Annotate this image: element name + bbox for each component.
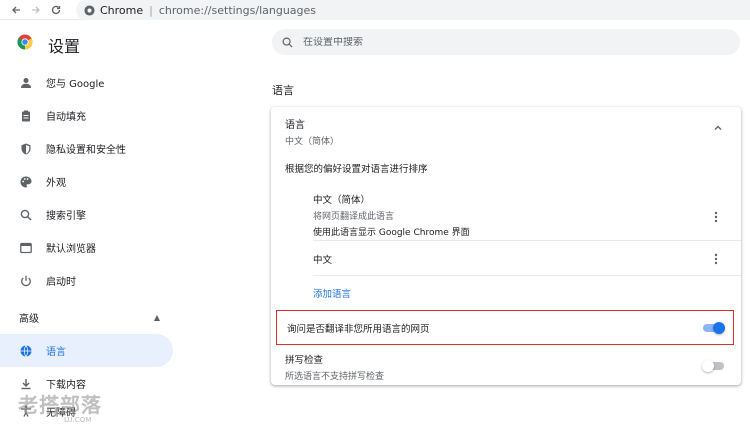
ask-translate-row[interactable]: 询问是否翻译非您所用语言的网页 [276,310,734,345]
palette-icon [19,175,33,189]
sidebar-item-autofill[interactable]: 自动填充 [0,99,180,132]
collapse-button[interactable] [711,121,725,135]
more-vert-icon [714,211,718,223]
spellcheck-toggle[interactable] [702,360,724,372]
browser-toolbar: Chrome | chrome://settings/languages [0,0,750,20]
spellcheck-subtitle: 所选语言不支持拼写检查 [285,372,385,382]
sidebar-item-label: 隐私设置和安全性 [46,145,126,156]
language-row: 中文 [313,243,741,276]
sidebar-item-appearance[interactable]: 外观 [0,165,180,198]
clipboard-icon [19,109,33,123]
more-actions-button[interactable] [711,252,721,266]
ask-translate-toggle[interactable] [703,322,725,334]
person-icon [19,76,33,90]
address-bar[interactable]: Chrome | chrome://settings/languages [76,0,750,20]
power-icon [19,274,33,288]
languages-card: 语言 中文（简体） 根据您的偏好设置对语言进行排序 中文（简体） 将网页翻译成此… [271,107,741,385]
globe-icon [19,344,33,358]
browser-icon [19,241,33,255]
chevron-up-icon [714,125,722,130]
reload-icon [51,5,61,14]
settings-search[interactable] [272,29,740,55]
chrome-logo-icon [17,34,33,50]
section-title: 语言 [272,84,294,97]
languages-header[interactable]: 语言 中文（简体） [285,116,339,147]
watermark: 老搭部落 [18,393,102,417]
back-button[interactable] [6,0,26,20]
spellcheck-row: 拼写检查 所选语言不支持拼写检查 [285,352,384,382]
sidebar-item-label: 自动填充 [46,112,86,123]
sidebar-item-label: 外观 [46,178,66,189]
language-ui-note: 使用此语言显示 Google Chrome 界面 [313,228,470,238]
arrow-left-icon [12,6,20,13]
spellcheck-title: 拼写检查 [285,355,324,366]
language-name: 中文（简体） [313,195,371,206]
sidebar-item-on-startup[interactable]: 启动时 [0,264,180,297]
sidebar-item-label: 语言 [46,347,66,358]
sidebar-item-search-engine[interactable]: 搜索引擎 [0,198,180,231]
advanced-toggle[interactable]: 高级 ▲ [0,301,180,334]
arrow-right-icon [32,6,40,13]
search-input[interactable] [303,36,703,48]
more-actions-button[interactable] [711,210,721,224]
page-title: 设置 [48,37,81,56]
sidebar: 您与 Google 自动填充 隐私设置和安全性 外观 搜索引擎 默认浏览器 启动… [0,66,180,422]
language-name: 中文 [313,255,333,266]
more-vert-icon [714,253,718,265]
sidebar-item-default-browser[interactable]: 默认浏览器 [0,231,180,264]
forward-button[interactable] [26,0,46,20]
chevron-up-icon: ▲ [153,313,160,322]
toggle-knob [702,360,714,372]
site-name: Chrome [100,3,144,17]
sidebar-item-label: 搜索引擎 [46,211,86,222]
url-separator: | [149,3,153,17]
sidebar-item-languages[interactable]: 语言 [0,334,173,367]
reload-button[interactable] [46,0,66,20]
ask-translate-label: 询问是否翻译非您所用语言的网页 [287,323,430,335]
shield-icon [19,142,33,156]
search-icon [282,37,293,48]
watermark-url: LU.COM [64,416,92,424]
search-icon [19,208,33,222]
language-translate-note: 将网页翻译成此语言 [313,212,395,222]
sidebar-item-privacy[interactable]: 隐私设置和安全性 [0,132,180,165]
sidebar-item-label: 默认浏览器 [46,244,96,255]
language-row: 中文（简体） 将网页翻译成此语言 使用此语言显示 Google Chrome 界… [313,192,741,241]
sidebar-item-label: 您与 Google [46,79,105,90]
order-description: 根据您的偏好设置对语言进行排序 [285,164,428,175]
chrome-site-icon [84,4,95,16]
languages-header-title: 语言 [285,120,305,131]
advanced-label: 高级 [19,314,39,325]
add-language-link[interactable]: 添加语言 [313,286,351,300]
sidebar-item-label: 启动时 [46,277,76,288]
url-text: chrome://settings/languages [158,3,317,17]
languages-header-subtitle: 中文（简体） [285,137,340,147]
sidebar-item-you-and-google[interactable]: 您与 Google [0,66,180,99]
toggle-knob [713,322,725,334]
